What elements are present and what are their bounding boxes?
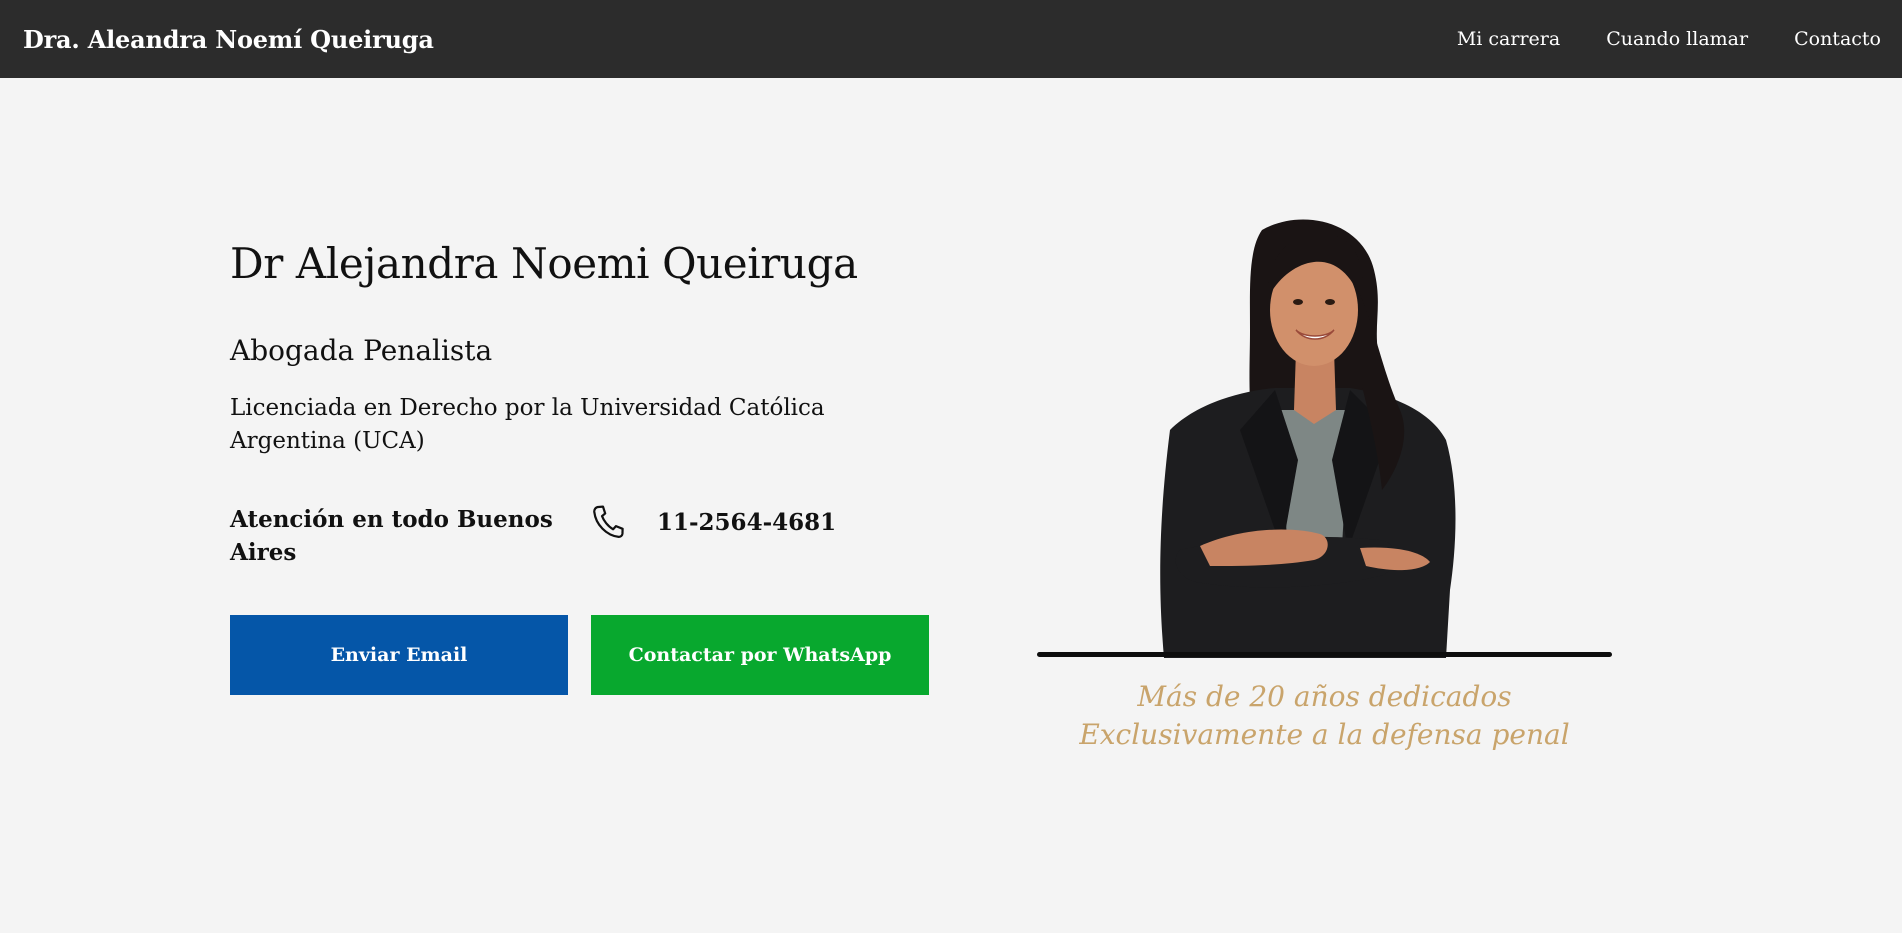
page-subtitle: Abogada Penalista: [230, 334, 493, 367]
phone-icon: [593, 505, 624, 538]
page-title: Dr Alejandra Noemi Queiruga: [230, 239, 858, 288]
nav-link-cuando-llamar[interactable]: Cuando llamar: [1606, 28, 1748, 50]
nav-link-contacto[interactable]: Contacto: [1794, 28, 1881, 50]
tagline-line-2: Exclusivamente a la defensa penal: [1079, 718, 1570, 751]
credentials-text: Licenciada en Derecho por la Universidad…: [230, 395, 825, 454]
send-email-button[interactable]: Enviar Email: [230, 615, 568, 695]
experience-tagline: Más de 20 años dedicados Exclusivamente …: [1037, 678, 1612, 754]
phone-number[interactable]: 11-2564-4681: [657, 506, 836, 539]
lawyer-portrait-image: [1100, 210, 1480, 658]
top-navbar: Dra. Aleandra Noemí Queiruga Mi carrera …: [0, 0, 1902, 78]
coverage-text: Atención en todo Buenos Aires: [230, 506, 553, 566]
nav-link-mi-carrera[interactable]: Mi carrera: [1457, 28, 1560, 50]
phone-contact[interactable]: 11-2564-4681: [590, 503, 836, 541]
whatsapp-contact-button[interactable]: Contactar por WhatsApp: [591, 615, 929, 695]
portrait-illustration: [1160, 219, 1456, 658]
tagline-line-1: Más de 20 años dedicados: [1137, 680, 1512, 713]
brand-logo-text[interactable]: Dra. Aleandra Noemí Queiruga: [23, 25, 434, 54]
nav-links: Mi carrera Cuando llamar Contacto: [1457, 28, 1902, 50]
portrait-base-line: [1037, 652, 1612, 657]
